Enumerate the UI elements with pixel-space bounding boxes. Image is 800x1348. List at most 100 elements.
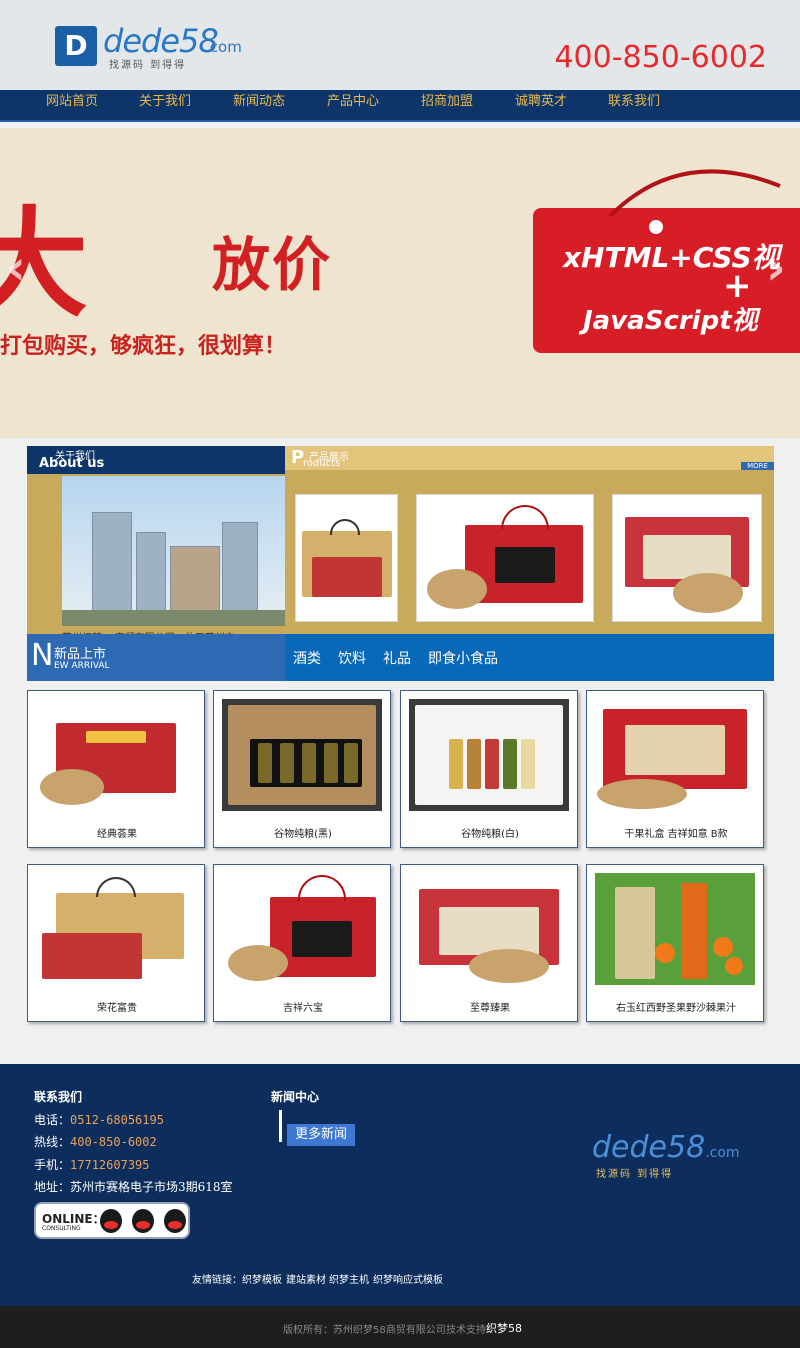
- friend-link[interactable]: 织梦模板: [242, 1271, 282, 1286]
- product-card[interactable]: 谷物纯粮(白): [400, 690, 578, 848]
- online-subtitle: CONSULTING: [42, 1225, 81, 1232]
- product-name[interactable]: 经典荟果: [28, 825, 206, 840]
- site-header: D dede58 .com 找源码 到得得 400-850-6002: [0, 0, 800, 90]
- product-image[interactable]: [222, 699, 382, 811]
- footer-logo[interactable]: dede58.com 找源码 到得得: [592, 1130, 740, 1180]
- product-card[interactable]: 至尊臻果: [400, 864, 578, 1022]
- qq-icon[interactable]: [132, 1209, 154, 1233]
- mobile-label: 手机：: [34, 1158, 71, 1172]
- category-drinks[interactable]: 饮料: [338, 648, 366, 668]
- contact-address: 地址：苏州市赛格电子市场3期618室: [34, 1178, 233, 1195]
- banner-title: 放价: [212, 231, 333, 299]
- product-image[interactable]: [595, 873, 755, 985]
- new-arrival-initial: N: [31, 638, 54, 673]
- about-building-image[interactable]: [62, 476, 285, 626]
- nav-contact[interactable]: 联系我们: [608, 90, 660, 122]
- new-arrival-en: EW ARRIVAL: [54, 661, 110, 671]
- banner-prev-arrow[interactable]: ‹: [6, 240, 26, 296]
- nav-franchise[interactable]: 招商加盟: [421, 90, 473, 122]
- product-card[interactable]: 吉祥六宝: [213, 864, 391, 1022]
- tag-line-2: JavaScript视: [583, 306, 758, 336]
- nav-home[interactable]: 网站首页: [46, 90, 98, 122]
- contact-hotline: 热线：400-850-6002: [34, 1133, 157, 1150]
- new-arrival-cn: 新品上市: [54, 647, 107, 662]
- copyright-text: 版权所有：苏州织梦58商贸有限公司: [283, 1325, 446, 1336]
- product-name[interactable]: 右玉红西野圣果野沙棘果汁: [587, 999, 765, 1014]
- product-card[interactable]: 荣花富贵: [27, 864, 205, 1022]
- friend-links-label: 友情链接：: [192, 1275, 242, 1286]
- address-value: 苏州市赛格电子市场3期618室: [70, 1180, 233, 1194]
- products-more-link[interactable]: MORE: [741, 462, 774, 470]
- site-footer: 联系我们 电话：0512-68056195 热线：400-850-6002 手机…: [0, 1064, 800, 1306]
- product-image[interactable]: [409, 873, 569, 985]
- product-thumbnail[interactable]: [295, 494, 398, 622]
- nav-careers[interactable]: 诚聘英才: [515, 90, 567, 122]
- news-divider: [279, 1110, 282, 1142]
- news-title: 新闻中心: [271, 1090, 320, 1104]
- logo-mark-icon: D: [55, 26, 97, 66]
- friend-link[interactable]: 织梦主机: [329, 1271, 369, 1286]
- products-heading-en: roducts: [303, 458, 341, 469]
- product-card[interactable]: 谷物纯粮(黑): [213, 690, 391, 848]
- mobile-value: 17712607395: [70, 1158, 150, 1172]
- tag-string-icon: [608, 169, 781, 216]
- logo-slogan: 找源码 到得得: [109, 60, 187, 71]
- more-news-button[interactable]: 更多新闻: [287, 1124, 355, 1146]
- logo-text: dede58: [103, 22, 219, 60]
- product-name[interactable]: 干果礼盒 吉祥如意 B款: [587, 825, 765, 840]
- address-label: 地址：: [34, 1180, 71, 1194]
- product-image[interactable]: [36, 699, 196, 811]
- site-logo[interactable]: D dede58 .com 找源码 到得得: [55, 22, 265, 71]
- contact-title: 联系我们: [34, 1090, 83, 1104]
- product-image[interactable]: [222, 873, 382, 985]
- category-bar: 酒类 饮料 礼品 即食小食品: [285, 634, 774, 681]
- footer-logo-slogan: 找源码 到得得: [596, 1169, 674, 1180]
- about-heading: 关于我们 About us: [27, 446, 285, 474]
- friend-link[interactable]: 建站素材: [286, 1271, 326, 1286]
- product-name[interactable]: 谷物纯粮(白): [401, 825, 579, 840]
- friend-link[interactable]: 织梦响应式模板: [373, 1271, 443, 1286]
- nav-about[interactable]: 关于我们: [139, 90, 191, 122]
- hotline-label: 热线：: [34, 1135, 71, 1149]
- category-wine[interactable]: 酒类: [293, 648, 321, 668]
- product-thumbnail[interactable]: [416, 494, 594, 622]
- product-name[interactable]: 吉祥六宝: [214, 999, 392, 1014]
- header-phone: 400-850-6002: [554, 40, 767, 75]
- product-card[interactable]: 经典荟果: [27, 690, 205, 848]
- main-nav: 网站首页 关于我们 新闻动态 产品中心 招商加盟 诚聘英才 联系我们: [0, 90, 800, 122]
- banner-slider[interactable]: 大 放价 打包购买，够疯狂，很划算！ xHTML+CSS视 + JavaScri…: [0, 128, 800, 438]
- product-card[interactable]: 右玉红西野圣果野沙棘果汁: [586, 864, 764, 1022]
- category-gifts[interactable]: 礼品: [383, 648, 411, 668]
- product-image[interactable]: [409, 699, 569, 811]
- product-name[interactable]: 谷物纯粮(黑): [214, 825, 392, 840]
- qq-icon[interactable]: [100, 1209, 122, 1233]
- about-heading-en: About us: [39, 456, 105, 471]
- product-name[interactable]: 至尊臻果: [401, 999, 579, 1014]
- nav-news[interactable]: 新闻动态: [233, 90, 285, 122]
- tel-value: 0512-68056195: [70, 1113, 164, 1127]
- product-card[interactable]: 干果礼盒 吉祥如意 B款: [586, 690, 764, 848]
- tag-hole-icon: [649, 220, 663, 234]
- banner-subtitle: 打包购买，够疯狂，很划算！: [0, 334, 287, 359]
- logo-domain: .com: [205, 38, 242, 56]
- category-snacks[interactable]: 即食小食品: [428, 648, 498, 668]
- product-name[interactable]: 荣花富贵: [28, 999, 206, 1014]
- footer-logo-domain: .com: [705, 1145, 740, 1161]
- product-thumbnail[interactable]: [612, 494, 762, 622]
- contact-mobile: 手机：17712607395: [34, 1156, 150, 1173]
- products-heading: P 产品展示 roducts MORE: [285, 446, 774, 470]
- online-title-text: ONLINE: [42, 1212, 93, 1226]
- copyright-bar: 版权所有：苏州织梦58商贸有限公司 技术支持: 织梦58: [0, 1306, 800, 1348]
- tel-label: 电话：: [34, 1113, 71, 1127]
- banner-next-arrow[interactable]: ›: [766, 240, 786, 296]
- products-panel: P 产品展示 roducts MORE: [285, 446, 774, 634]
- support-link[interactable]: 织梦58: [486, 1320, 522, 1336]
- online-consulting-widget[interactable]: ONLINE： CONSULTING: [34, 1202, 190, 1239]
- product-image[interactable]: [595, 699, 755, 811]
- contact-tel: 电话：0512-68056195: [34, 1111, 164, 1128]
- support-label: 技术支持:: [446, 1325, 490, 1336]
- product-image[interactable]: [36, 873, 196, 985]
- qq-icon[interactable]: [164, 1209, 186, 1233]
- new-arrival-label: N 新品上市 EW ARRIVAL: [27, 634, 285, 681]
- nav-products[interactable]: 产品中心: [327, 90, 379, 122]
